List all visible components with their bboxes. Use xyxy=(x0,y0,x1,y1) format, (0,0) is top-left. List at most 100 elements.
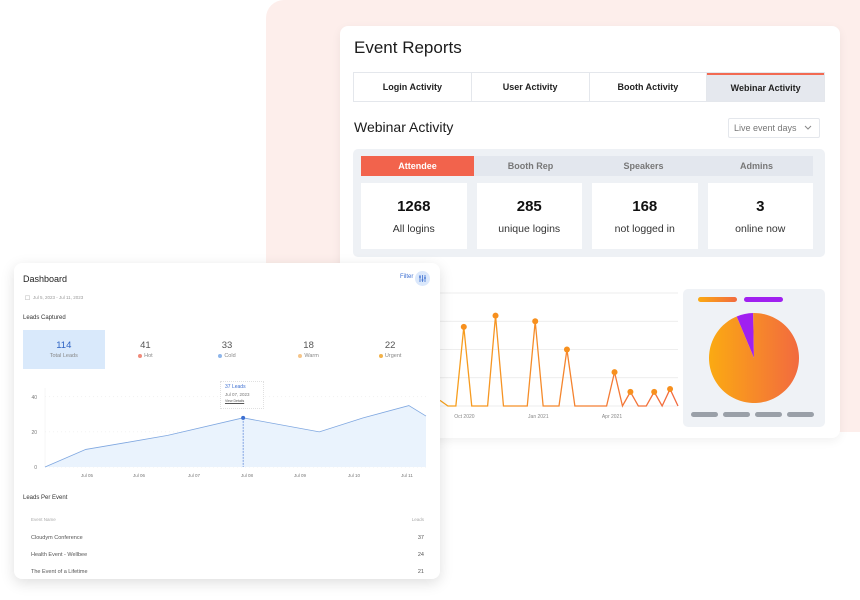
dashboard-card: Dashboard Filter Jul 5, 2023 - Jul 11, 2… xyxy=(14,263,440,579)
y-tick-label: 0 xyxy=(34,465,37,471)
lead-stat-total[interactable]: 114 Total Leads xyxy=(23,330,105,369)
data-point xyxy=(563,346,570,353)
footer-placeholder xyxy=(787,412,814,417)
leads-per-event-table: Event Name Leads Cloudym Conference 37 H… xyxy=(31,517,424,579)
x-tick-label: Jul 05 xyxy=(81,473,94,478)
lead-stat-value: 41 xyxy=(140,340,151,351)
x-tick-label: Jul 10 xyxy=(348,473,361,478)
lead-stat-value: 114 xyxy=(56,340,72,351)
x-tick-label: Jan 2021 xyxy=(528,414,549,420)
view-details-link[interactable]: View Details xyxy=(225,399,259,403)
data-point xyxy=(611,369,618,376)
y-tick-label: 20 xyxy=(31,430,37,436)
stat-unique-logins: 285 unique logins xyxy=(476,183,582,249)
data-point xyxy=(627,388,634,395)
lead-stats: 114 Total Leads 41 Hot 33 Cold 18 Warm 2… xyxy=(23,330,431,369)
role-tab-admins[interactable]: Admins xyxy=(700,156,813,176)
table-row[interactable]: Cloudym Conference 37 xyxy=(31,529,424,546)
table-row[interactable]: Health Event - Wellbee 24 xyxy=(31,546,424,563)
tab-webinar-activity[interactable]: Webinar Activity xyxy=(707,73,824,101)
leads-per-event-title: Leads Per Event xyxy=(23,495,68,501)
legend-swatch-purple xyxy=(744,297,783,302)
leads-captured-title: Leads Captured xyxy=(23,315,66,321)
legend-swatch-orange xyxy=(698,297,737,302)
tab-booth-activity[interactable]: Booth Activity xyxy=(589,73,708,101)
section-title: Webinar Activity xyxy=(354,119,454,135)
role-tabs: Attendee Booth Rep Speakers Admins xyxy=(361,156,813,176)
stat-all-logins: 1268 All logins xyxy=(361,183,467,249)
calendar-icon xyxy=(25,295,30,300)
footer-placeholder xyxy=(691,412,718,417)
lead-stat-label: Hot xyxy=(144,353,153,359)
event-leads: 21 xyxy=(417,568,424,575)
table-row[interactable]: The Event of a Lifetime 21 xyxy=(31,563,424,579)
data-point xyxy=(460,323,467,330)
series-line xyxy=(440,315,679,408)
page-title: Event Reports xyxy=(354,38,462,57)
dashboard-title: Dashboard xyxy=(23,274,68,284)
sliders-icon[interactable] xyxy=(415,271,430,286)
lead-stat-urgent[interactable]: 22 Urgent xyxy=(349,330,431,369)
data-point xyxy=(492,312,499,319)
data-point xyxy=(651,388,658,395)
role-tab-attendee[interactable]: Attendee xyxy=(361,156,474,176)
tooltip-date: Jul 07, 2023 xyxy=(225,392,250,397)
flame-icon xyxy=(138,354,143,358)
lead-stat-value: 33 xyxy=(221,340,233,351)
stat-not-logged-in: 168 not logged in xyxy=(592,183,698,249)
stat-boxes: 1268 All logins 285 unique logins 168 no… xyxy=(361,183,813,249)
filter-button[interactable]: Filter xyxy=(400,274,413,280)
range-select[interactable]: Live event days xyxy=(728,118,820,138)
stat-value: 168 xyxy=(632,197,658,215)
event-leads: 37 xyxy=(417,534,424,541)
x-tick-label: Jul 07 xyxy=(188,473,201,478)
lead-stat-label: Warm xyxy=(304,353,319,359)
x-tick-label: Oct 2020 xyxy=(454,414,475,420)
stat-online-now: 3 online now xyxy=(707,183,813,249)
column-header-event-name: Event Name xyxy=(31,517,56,522)
tab-login-activity[interactable]: Login Activity xyxy=(354,73,472,101)
footer-placeholder xyxy=(723,412,750,417)
lead-stat-warm[interactable]: 18 Warm xyxy=(268,330,350,369)
webinar-line-chart: Oct 2020 Jan 2021 Apr 2021 xyxy=(440,292,679,420)
x-tick-label: Jul 08 xyxy=(241,473,254,478)
x-tick-label: Jul 06 xyxy=(133,473,146,478)
stat-label: unique logins xyxy=(498,222,561,235)
snowflake-icon xyxy=(218,354,223,358)
y-tick-label: 40 xyxy=(31,395,37,401)
date-range-text: Jul 5, 2023 - Jul 11, 2023 xyxy=(33,295,84,300)
data-point xyxy=(667,386,674,393)
chart-tooltip: 37 Leads Jul 07, 2023 View Details xyxy=(220,381,264,409)
bell-icon xyxy=(378,354,383,358)
lead-stat-value: 18 xyxy=(303,340,314,351)
stat-label: not logged in xyxy=(614,222,675,235)
stat-value: 1268 xyxy=(397,197,431,215)
sun-icon xyxy=(298,354,303,358)
stat-label: online now xyxy=(735,222,786,235)
table-header: Event Name Leads xyxy=(31,517,424,529)
date-range[interactable]: Jul 5, 2023 - Jul 11, 2023 xyxy=(25,295,83,300)
tooltip-leads: 37 Leads xyxy=(225,384,246,390)
stat-value: 3 xyxy=(756,197,765,215)
role-tab-speakers[interactable]: Speakers xyxy=(587,156,700,176)
highlight-point xyxy=(241,415,246,420)
x-tick-label: Jul 09 xyxy=(294,473,307,478)
x-tick-label: Apr 2021 xyxy=(602,414,623,420)
tab-user-activity[interactable]: User Activity xyxy=(471,73,590,101)
role-tab-booth-rep[interactable]: Booth Rep xyxy=(474,156,587,176)
report-tabs: Login Activity User Activity Booth Activ… xyxy=(353,72,825,102)
stats-panel: Attendee Booth Rep Speakers Admins 1268 … xyxy=(353,149,825,257)
range-select-value: Live event days xyxy=(734,123,797,133)
event-name: The Event of a Lifetime xyxy=(31,568,88,575)
stat-label: All logins xyxy=(392,222,435,235)
column-header-leads: Leads xyxy=(411,517,424,522)
x-tick-label: Jul 11 xyxy=(401,473,413,478)
event-name: Cloudym Conference xyxy=(31,534,83,541)
data-point xyxy=(532,318,539,325)
pie-chart-panel xyxy=(683,289,825,427)
lead-stat-cold[interactable]: 33 Cold xyxy=(186,330,268,369)
area-fill xyxy=(45,405,426,467)
lead-stat-value: 22 xyxy=(384,340,396,351)
lead-stat-hot[interactable]: 41 Hot xyxy=(105,330,187,369)
event-leads: 24 xyxy=(417,551,424,558)
